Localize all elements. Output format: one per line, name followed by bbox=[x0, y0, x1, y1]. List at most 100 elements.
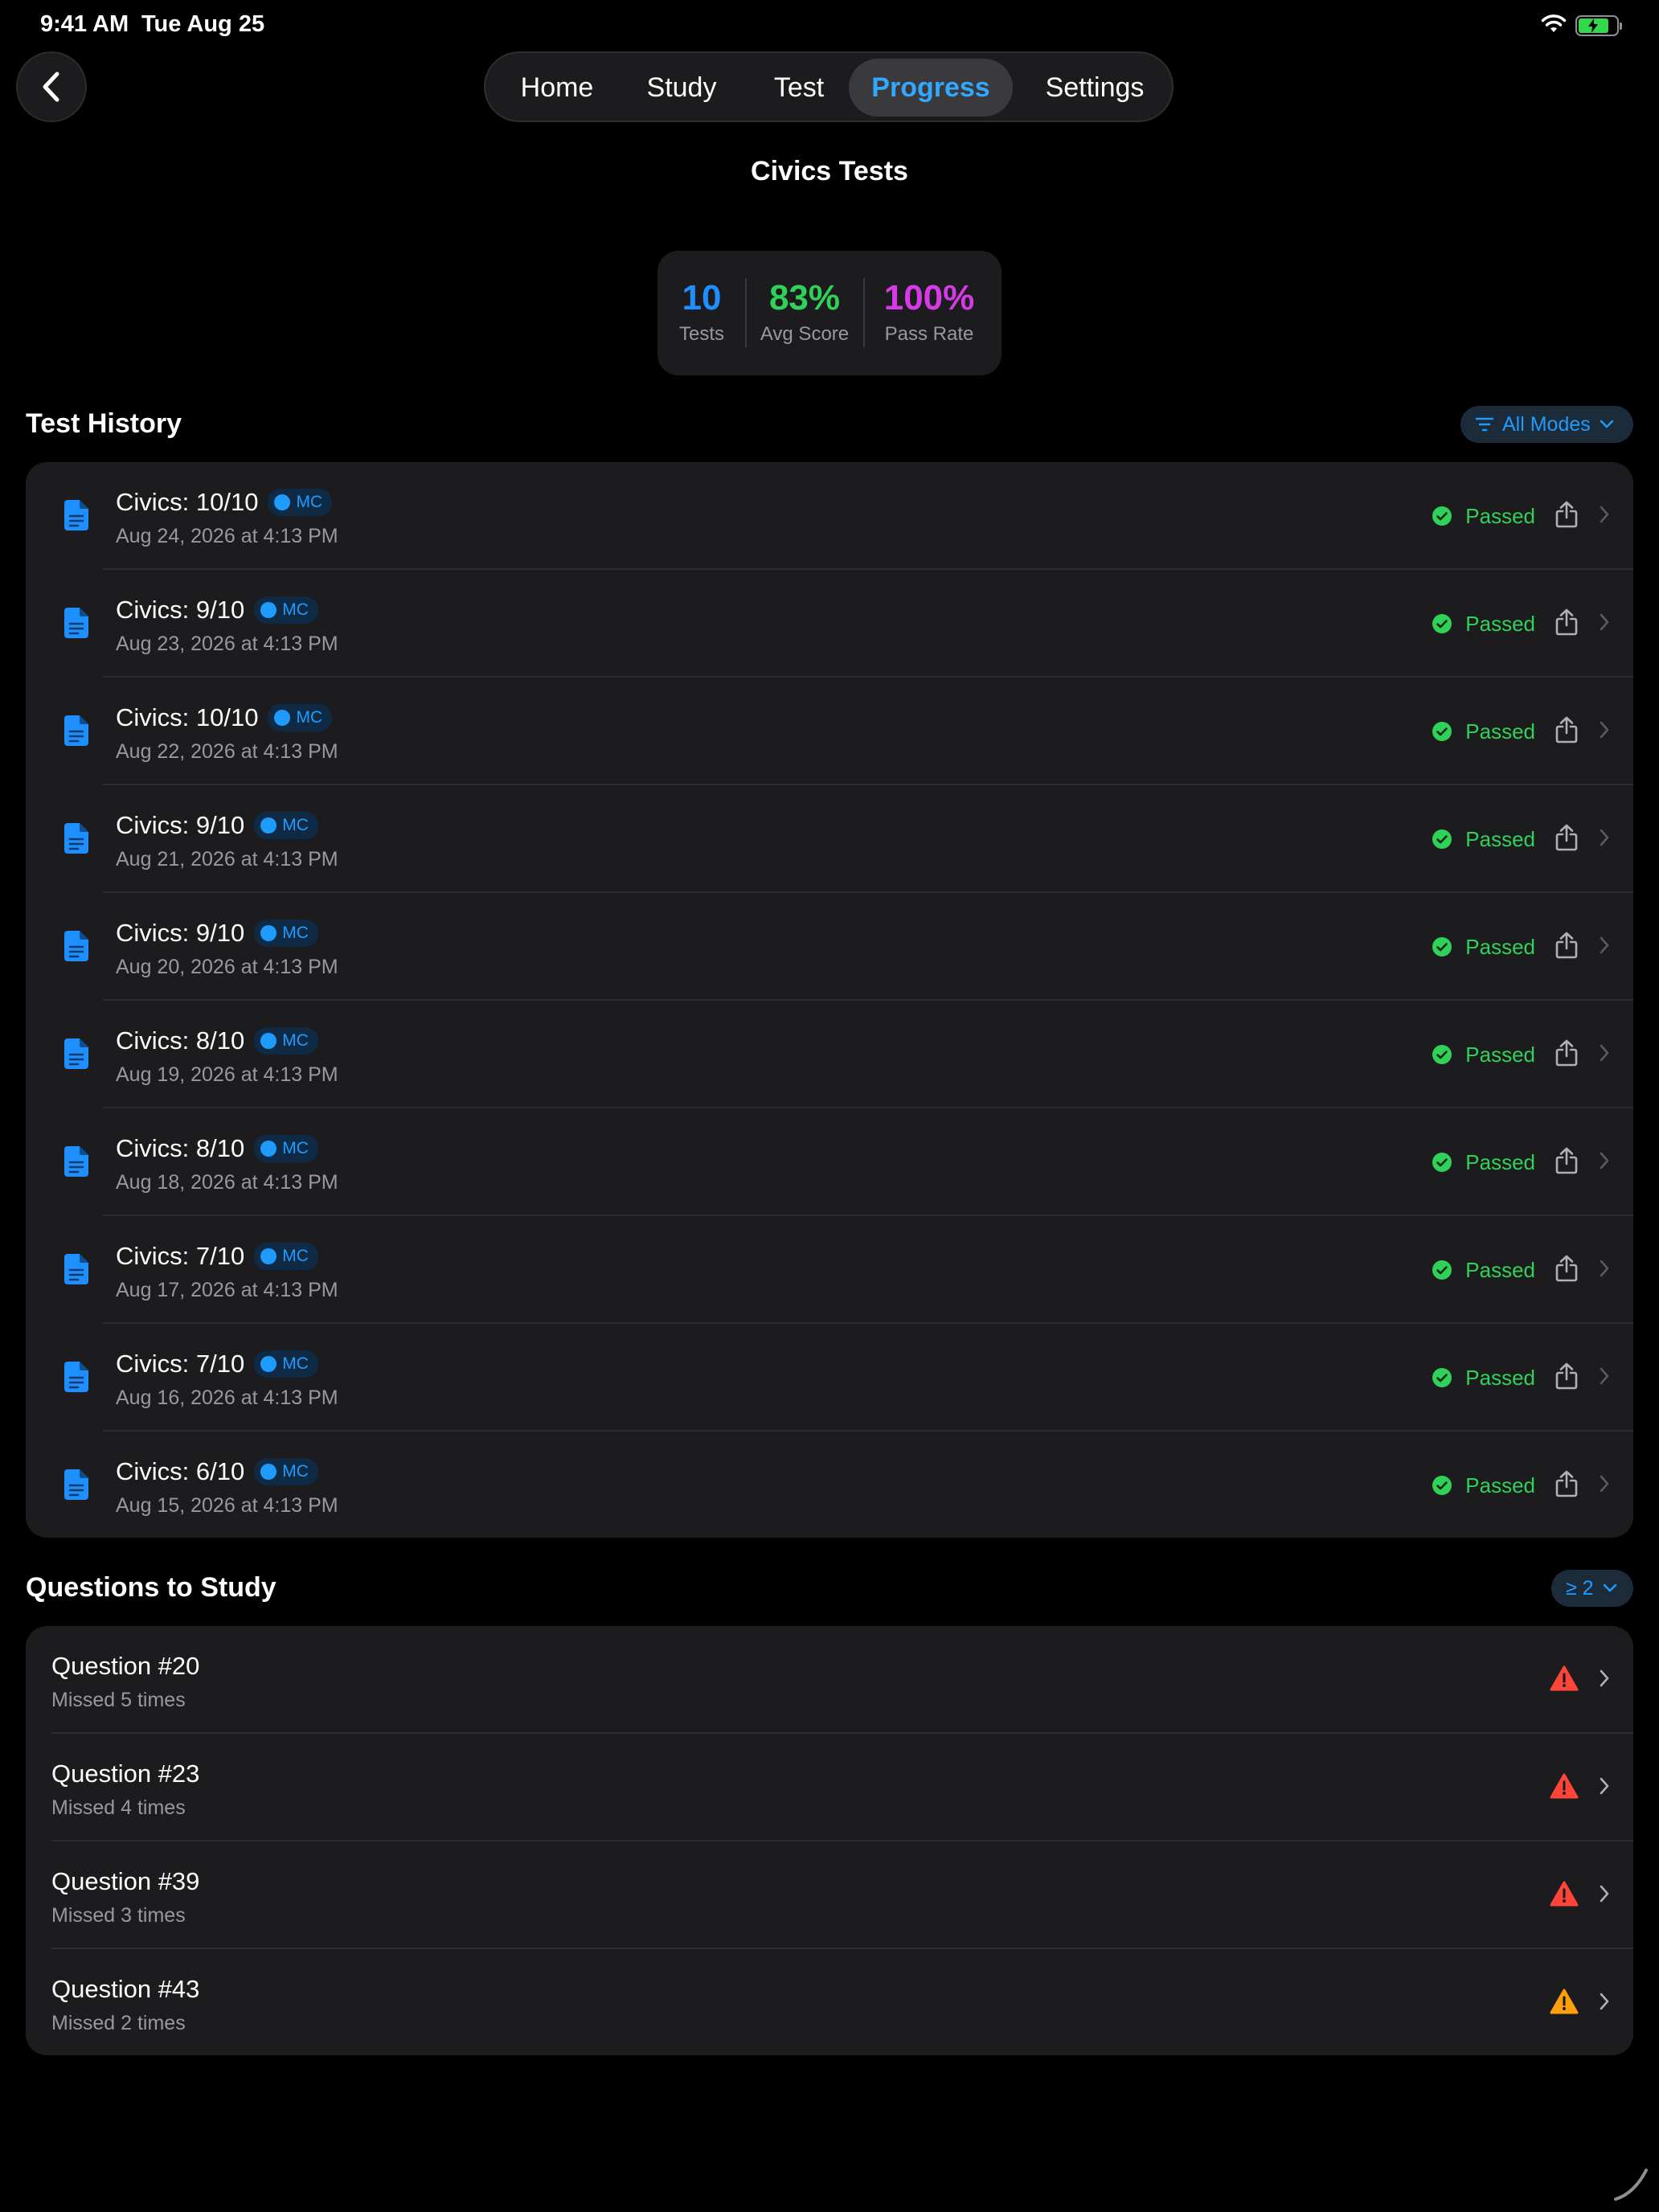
share-icon[interactable] bbox=[1555, 1469, 1579, 1502]
test-score: Civics: 10/10 bbox=[116, 488, 259, 516]
test-score: Civics: 6/10 bbox=[116, 1457, 245, 1485]
tab-settings[interactable]: Settings bbox=[1026, 59, 1164, 117]
test-score: Civics: 7/10 bbox=[116, 1242, 245, 1270]
missed-threshold-label: ≥ 2 bbox=[1566, 1576, 1594, 1600]
status-time: 9:41 AM bbox=[40, 11, 129, 37]
checkmark-circle-icon bbox=[1432, 1476, 1452, 1495]
chevron-right-icon bbox=[1598, 935, 1611, 960]
mode-badge: MC bbox=[254, 1458, 318, 1485]
resize-handle-icon[interactable] bbox=[1611, 2164, 1651, 2204]
share-icon[interactable] bbox=[1555, 931, 1579, 964]
test-history-row[interactable]: Civics: 10/10 MC Aug 22, 2026 at 4:13 PM… bbox=[26, 678, 1633, 785]
chevron-down-icon bbox=[1603, 1583, 1616, 1592]
row-actions: Passed bbox=[1432, 678, 1611, 785]
test-date: Aug 16, 2026 at 4:13 PM bbox=[116, 1387, 338, 1409]
test-score: Civics: 10/10 bbox=[116, 703, 259, 731]
share-icon[interactable] bbox=[1555, 1254, 1579, 1287]
test-score: Civics: 8/10 bbox=[116, 1026, 245, 1055]
missed-threshold-button[interactable]: ≥ 2 bbox=[1551, 1570, 1633, 1607]
question-row[interactable]: Question #43 Missed 2 times bbox=[26, 1949, 1633, 2055]
chevron-right-icon bbox=[1598, 1043, 1611, 1067]
test-history-row[interactable]: Civics: 9/10 MC Aug 21, 2026 at 4:13 PM … bbox=[26, 785, 1633, 893]
row-title: Civics: 10/10 MC bbox=[116, 488, 333, 517]
row-actions: Passed bbox=[1432, 785, 1611, 893]
question-row[interactable]: Question #39 Missed 3 times bbox=[26, 1841, 1633, 1949]
checkmark-circle-icon bbox=[1432, 722, 1452, 741]
document-icon bbox=[64, 931, 88, 965]
stat-avg-score-value: 83% bbox=[768, 278, 841, 317]
document-icon bbox=[64, 1362, 88, 1396]
row-title: Civics: 7/10 MC bbox=[116, 1350, 318, 1378]
tab-study[interactable]: Study bbox=[625, 59, 738, 117]
share-icon[interactable] bbox=[1555, 823, 1579, 856]
row-title: Civics: 9/10 MC bbox=[116, 811, 318, 840]
checkmark-circle-icon bbox=[1432, 1260, 1452, 1280]
test-history-row[interactable]: Civics: 7/10 MC Aug 16, 2026 at 4:13 PM … bbox=[26, 1324, 1633, 1432]
test-history-row[interactable]: Civics: 9/10 MC Aug 20, 2026 at 4:13 PM … bbox=[26, 893, 1633, 1001]
question-title: Question #20 bbox=[51, 1652, 200, 1680]
question-row[interactable]: Question #20 Missed 5 times bbox=[26, 1626, 1633, 1734]
mode-badge: MC bbox=[268, 489, 333, 516]
mode-badge-label: MC bbox=[282, 1139, 309, 1157]
row-actions: Passed bbox=[1432, 1001, 1611, 1108]
mode-badge: MC bbox=[254, 920, 318, 947]
share-icon[interactable] bbox=[1555, 500, 1579, 533]
test-date: Aug 21, 2026 at 4:13 PM bbox=[116, 848, 338, 870]
document-icon bbox=[64, 500, 88, 535]
share-icon[interactable] bbox=[1555, 715, 1579, 748]
row-title: Civics: 8/10 MC bbox=[116, 1134, 318, 1163]
test-history-row[interactable]: Civics: 10/10 MC Aug 24, 2026 at 4:13 PM… bbox=[26, 462, 1633, 570]
test-history-row[interactable]: Civics: 6/10 MC Aug 15, 2026 at 4:13 PM … bbox=[26, 1432, 1633, 1538]
row-actions: Passed bbox=[1432, 893, 1611, 1001]
status-label: Passed bbox=[1465, 1149, 1535, 1174]
status-badge: Passed bbox=[1432, 612, 1535, 637]
mode-badge: MC bbox=[254, 1027, 318, 1055]
back-button[interactable] bbox=[16, 51, 87, 122]
test-score: Civics: 7/10 bbox=[116, 1350, 245, 1378]
test-history-row[interactable]: Civics: 8/10 MC Aug 19, 2026 at 4:13 PM … bbox=[26, 1001, 1633, 1108]
chevron-right-icon bbox=[1598, 1776, 1611, 1800]
stats-card: 10 Tests 83% Avg Score 100% Pass Rate bbox=[657, 251, 1002, 375]
share-icon[interactable] bbox=[1555, 1038, 1579, 1071]
checkmark-circle-icon bbox=[1432, 1368, 1452, 1387]
test-history-row[interactable]: Civics: 9/10 MC Aug 23, 2026 at 4:13 PM … bbox=[26, 570, 1633, 678]
question-title: Question #23 bbox=[51, 1759, 200, 1788]
status-label: Passed bbox=[1465, 934, 1535, 959]
tab-progress[interactable]: Progress bbox=[849, 59, 1013, 117]
status-label: Passed bbox=[1465, 1473, 1535, 1497]
checkmark-circle-icon bbox=[1432, 506, 1452, 526]
mode-badge-label: MC bbox=[282, 924, 309, 942]
row-title: Civics: 10/10 MC bbox=[116, 703, 333, 732]
mode-badge-label: MC bbox=[282, 1462, 309, 1481]
status-badge: Passed bbox=[1432, 719, 1535, 744]
tab-test[interactable]: Test bbox=[751, 59, 847, 117]
status-badge: Passed bbox=[1432, 1473, 1535, 1498]
document-icon bbox=[64, 1469, 88, 1504]
warning-triangle-icon bbox=[1550, 1665, 1579, 1695]
chevron-right-icon bbox=[1598, 612, 1611, 637]
nav-tabs: Home Study Test Progress Settings bbox=[484, 51, 1174, 122]
question-title: Question #43 bbox=[51, 1975, 200, 2003]
question-row[interactable]: Question #23 Missed 4 times bbox=[26, 1734, 1633, 1841]
checkmark-circle-icon bbox=[1432, 614, 1452, 633]
chevron-right-icon bbox=[1598, 1150, 1611, 1175]
mode-filter-button[interactable]: All Modes bbox=[1460, 406, 1633, 443]
mode-dot-icon bbox=[260, 1464, 277, 1480]
stat-pass-rate: 100% Pass Rate bbox=[865, 251, 993, 375]
test-history-row[interactable]: Civics: 7/10 MC Aug 17, 2026 at 4:13 PM … bbox=[26, 1216, 1633, 1324]
share-icon[interactable] bbox=[1555, 1146, 1579, 1179]
missed-count: Missed 2 times bbox=[51, 2012, 186, 2034]
test-date: Aug 17, 2026 at 4:13 PM bbox=[116, 1279, 338, 1301]
missed-count: Missed 4 times bbox=[51, 1796, 186, 1819]
warning-triangle-icon bbox=[1550, 1773, 1579, 1803]
status-badge: Passed bbox=[1432, 1150, 1535, 1175]
mode-badge-label: MC bbox=[282, 816, 309, 834]
test-date: Aug 23, 2026 at 4:13 PM bbox=[116, 633, 338, 655]
tab-home[interactable]: Home bbox=[503, 59, 611, 117]
share-icon[interactable] bbox=[1555, 1362, 1579, 1395]
document-icon bbox=[64, 1146, 88, 1181]
questions-to-study-title: Questions to Study bbox=[26, 1572, 276, 1603]
test-date: Aug 18, 2026 at 4:13 PM bbox=[116, 1171, 338, 1194]
test-history-row[interactable]: Civics: 8/10 MC Aug 18, 2026 at 4:13 PM … bbox=[26, 1108, 1633, 1216]
share-icon[interactable] bbox=[1555, 608, 1579, 641]
